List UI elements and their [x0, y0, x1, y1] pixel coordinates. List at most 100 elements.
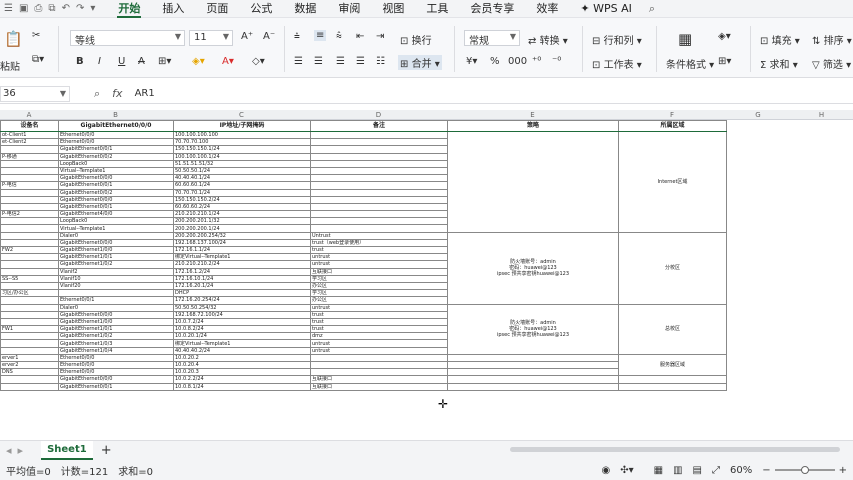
table-cell[interactable]: SS--S5	[0, 274, 59, 283]
table-cell[interactable]: trust	[310, 245, 448, 255]
table-cell[interactable]: 172.16.20.1/24	[173, 281, 311, 291]
distribute-icon[interactable]: ☷	[376, 56, 385, 67]
table-cell[interactable]: P-电信2	[0, 210, 59, 219]
table-cell[interactable]	[310, 224, 448, 233]
merge-button[interactable]: ⊞ 合并 ▾	[398, 55, 442, 70]
align-right-icon[interactable]: ☰	[336, 56, 345, 67]
table-cell[interactable]: untrust	[310, 346, 448, 355]
eye-icon[interactable]: ◉	[601, 465, 610, 476]
table-cell[interactable]	[0, 195, 59, 204]
table-cell[interactable]: 100.100.100.1/24	[173, 152, 311, 161]
table-cell[interactable]: 绑定Virtual--Template1	[173, 253, 311, 262]
convert-button[interactable]: ⇄ 转换 ▾	[528, 32, 568, 47]
table-cell[interactable]: 40.40.40.1/24	[173, 174, 311, 183]
indent-decrease-icon[interactable]: ⇤	[356, 31, 364, 42]
column-header[interactable]: D	[310, 110, 447, 120]
print-icon[interactable]: ⎙	[34, 3, 42, 14]
table-cell[interactable]: LoopBack0	[58, 159, 174, 168]
number-format-select[interactable]: 常规 ▼	[464, 30, 520, 47]
menu-tab[interactable]: 页面	[195, 0, 239, 18]
menu-tab[interactable]: 插入	[151, 0, 195, 18]
table-cell[interactable]	[310, 188, 448, 197]
sheet-tab-sheet1[interactable]: Sheet1	[41, 441, 93, 460]
zone-cell[interactable]	[618, 375, 727, 384]
table-cell[interactable]	[0, 281, 59, 291]
table-cell[interactable]: LoopBack0	[58, 217, 174, 226]
sum-button[interactable]: Σ 求和 ▾	[760, 56, 798, 71]
menu-tab[interactable]: 效率	[525, 0, 569, 18]
cell-style-icon[interactable]: ◈▾	[718, 31, 731, 42]
table-cell[interactable]: 办公区	[310, 281, 448, 291]
table-cell[interactable]: 10.0.8.1/24	[173, 382, 311, 391]
table-cell[interactable]: GigabitEthernet0/0/0	[58, 310, 174, 319]
zoom-slider[interactable]	[774, 466, 835, 474]
table-cell[interactable]	[310, 181, 448, 190]
table-cell[interactable]: trust	[310, 317, 448, 327]
prev-sheet-icon[interactable]: ◂	[6, 444, 12, 457]
table-cell[interactable]: 192.168.72.100/24	[173, 310, 311, 319]
align-top-icon[interactable]: ⩮	[294, 31, 300, 42]
strikethrough-button[interactable]: A	[138, 56, 145, 67]
page-layout-icon[interactable]: ▥	[673, 465, 682, 476]
table-cell[interactable]: Ethernet0/0/0	[58, 360, 174, 370]
percent-icon[interactable]: %	[490, 56, 500, 67]
align-center-icon[interactable]: ☰	[314, 56, 323, 67]
table-cell[interactable]: GigabitEthernet1/0/1	[58, 325, 174, 334]
worksheet-button[interactable]: ⊡ 工作表 ▾	[592, 56, 642, 71]
table-cell[interactable]: Ethernet0/0/0	[58, 138, 174, 147]
table-cell[interactable]	[310, 145, 448, 154]
table-cell[interactable]: 互联接口	[310, 382, 448, 391]
table-cell[interactable]: trust（web登录使用）	[310, 238, 448, 248]
table-cell[interactable]: Ethernet0/0/0	[58, 368, 174, 377]
menu-icon[interactable]: ☰	[4, 3, 13, 14]
table-cell[interactable]: 210.210.210.1/24	[173, 210, 311, 219]
table-cell[interactable]: 150.150.150.2/24	[173, 195, 311, 204]
row-col-button[interactable]: ⊟ 行和列 ▾	[592, 32, 642, 47]
table-cell[interactable]: untrust	[310, 260, 448, 269]
dropdown-icon[interactable]: ▾	[90, 3, 95, 14]
table-cell[interactable]: 10.0.20.4	[173, 360, 311, 370]
table-cell[interactable]: 10.0.8.2/24	[173, 325, 311, 334]
table-cell[interactable]	[0, 166, 59, 176]
table-cell[interactable]: 210.210.210.2/24	[173, 260, 311, 269]
menu-tab[interactable]: 审阅	[327, 0, 371, 18]
table-cell[interactable]: Vlanif20	[58, 281, 174, 291]
cond-format-icon[interactable]: ▦	[678, 30, 692, 48]
redo-icon[interactable]: ↷	[76, 3, 84, 14]
table-cell[interactable]	[0, 310, 59, 319]
table-cell[interactable]: Dialer0	[58, 303, 174, 312]
table-cell[interactable]: 70.70.70.100	[173, 138, 311, 147]
fill-button[interactable]: ⊡ 填充 ▾	[760, 32, 800, 47]
table-cell[interactable]: GigabitEthernet1/0/2	[58, 332, 174, 341]
table-cell[interactable]: 200.200.200.1/24	[173, 224, 311, 233]
table-cell[interactable]: 10.0.2.2/24	[173, 375, 311, 384]
zone-cell[interactable]: 总校区	[618, 303, 727, 355]
table-cell[interactable]	[0, 174, 59, 183]
table-cell[interactable]: FW2	[0, 245, 59, 255]
table-cell[interactable]: 172.16.1.1/24	[173, 245, 311, 255]
table-cell[interactable]	[310, 368, 448, 377]
table-cell[interactable]: 100.100.100.100	[173, 130, 311, 140]
table-cell[interactable]: P-电信	[0, 181, 59, 190]
table-cell[interactable]: Ethernet0/0/1	[58, 296, 174, 305]
menu-tab[interactable]: 会员专享	[459, 0, 525, 18]
table-cell[interactable]	[310, 202, 448, 212]
indent-increase-icon[interactable]: ⇥	[376, 31, 384, 42]
table-cell[interactable]: GigabitEthernet4/0/0	[58, 210, 174, 219]
horizontal-scrollbar[interactable]	[510, 447, 840, 452]
column-header[interactable]: E	[447, 110, 618, 120]
table-cell[interactable]: GigabitEthernet0/0/0	[58, 375, 174, 384]
table-cell[interactable]	[0, 188, 59, 197]
increase-font-icon[interactable]: A⁺	[241, 31, 253, 42]
table-cell[interactable]	[0, 375, 59, 384]
undo-icon[interactable]: ↶	[62, 3, 70, 14]
column-header[interactable]: A	[0, 110, 58, 120]
table-cell[interactable]	[310, 159, 448, 168]
spreadsheet-grid[interactable]: ABCDEFGH 设备名 GigabitEthernet0/0/0 IP地址/子网掩…	[0, 110, 853, 440]
table-cell[interactable]	[0, 382, 59, 391]
align-left-icon[interactable]: ☰	[294, 56, 303, 67]
policy-cell[interactable]: 防火墙账号：admin 密码：huawei@123 ipsec 预共享密钥huawe…	[447, 303, 619, 355]
table-cell[interactable]: 绑定Virtual--Template1	[173, 339, 311, 348]
table-cell[interactable]	[310, 353, 448, 363]
table-cell[interactable]	[0, 296, 59, 305]
